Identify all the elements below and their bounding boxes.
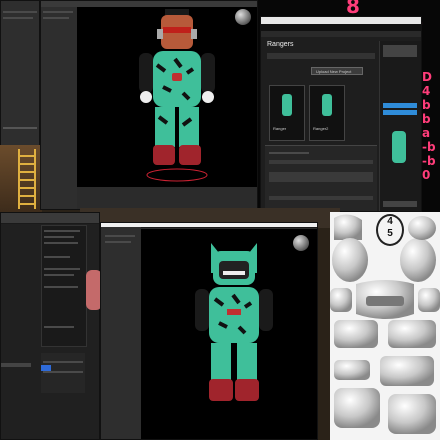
project-card[interactable]: Ranger2 — [309, 85, 345, 141]
3d-viewport-top[interactable] — [77, 7, 257, 187]
background-photo-left — [0, 145, 42, 215]
page-title: Rangers — [267, 41, 294, 48]
bottom-strip — [1, 363, 31, 367]
project-card[interactable]: Ranger — [269, 85, 305, 141]
3d-viewport-bottom[interactable] — [141, 229, 317, 439]
material-sphere-icon — [235, 9, 251, 25]
viewport-window-bottom — [100, 222, 318, 440]
handwriting-line: -b — [422, 154, 436, 168]
timeline-panel[interactable] — [41, 353, 85, 393]
site-breadcrumb-bar — [261, 31, 421, 37]
outliner-panel[interactable] — [41, 225, 87, 347]
selected-layer-row[interactable] — [41, 365, 51, 371]
sculpt-parts-render — [330, 214, 440, 434]
viewport-left-tools — [41, 7, 77, 209]
project-card-name: Ranger — [273, 126, 287, 131]
primary-action-button[interactable] — [383, 103, 417, 108]
handwriting-side-notes: D 4 b b a -b -b 0 — [422, 70, 440, 182]
browser-window-rangers: Rangers Upload New Project Ranger Ranger… — [260, 16, 422, 212]
robot-figure-bottom — [195, 243, 273, 401]
project-thumbnail-large — [392, 131, 406, 163]
site-nav-bar[interactable] — [261, 24, 421, 31]
handwriting-line: b — [422, 112, 431, 126]
handwriting-line: 0 — [422, 168, 431, 182]
handwriting-line: b — [422, 98, 431, 112]
project-thumbnail — [322, 94, 332, 116]
handwriting-line: -b — [422, 140, 436, 154]
upload-project-button[interactable]: Upload New Project — [311, 67, 363, 75]
ladder-graphic — [18, 149, 36, 209]
handwriting-line: D — [422, 70, 432, 84]
viewport-left-tools — [101, 227, 141, 439]
project-details-panel — [265, 145, 377, 211]
page-toolbar[interactable] — [267, 53, 375, 59]
sculpt-parts-sheet: 4 5 — [330, 212, 440, 440]
viewport-window-top — [40, 0, 258, 210]
editor-window-bottom-left — [0, 212, 100, 440]
robot-figure-top — [139, 9, 215, 182]
right-info-panel — [379, 41, 421, 211]
project-card-name: Ranger2 — [313, 126, 329, 131]
upload-project-label: Upload New Project — [316, 69, 352, 74]
browser-title-bar — [261, 17, 421, 24]
handwriting-line: a — [422, 126, 431, 140]
material-sphere-icon — [293, 235, 309, 251]
left-tool-panel-top — [0, 0, 40, 150]
handwriting-line: 4 — [422, 84, 431, 98]
secondary-action-button[interactable] — [383, 110, 417, 115]
project-thumbnail — [282, 94, 292, 116]
